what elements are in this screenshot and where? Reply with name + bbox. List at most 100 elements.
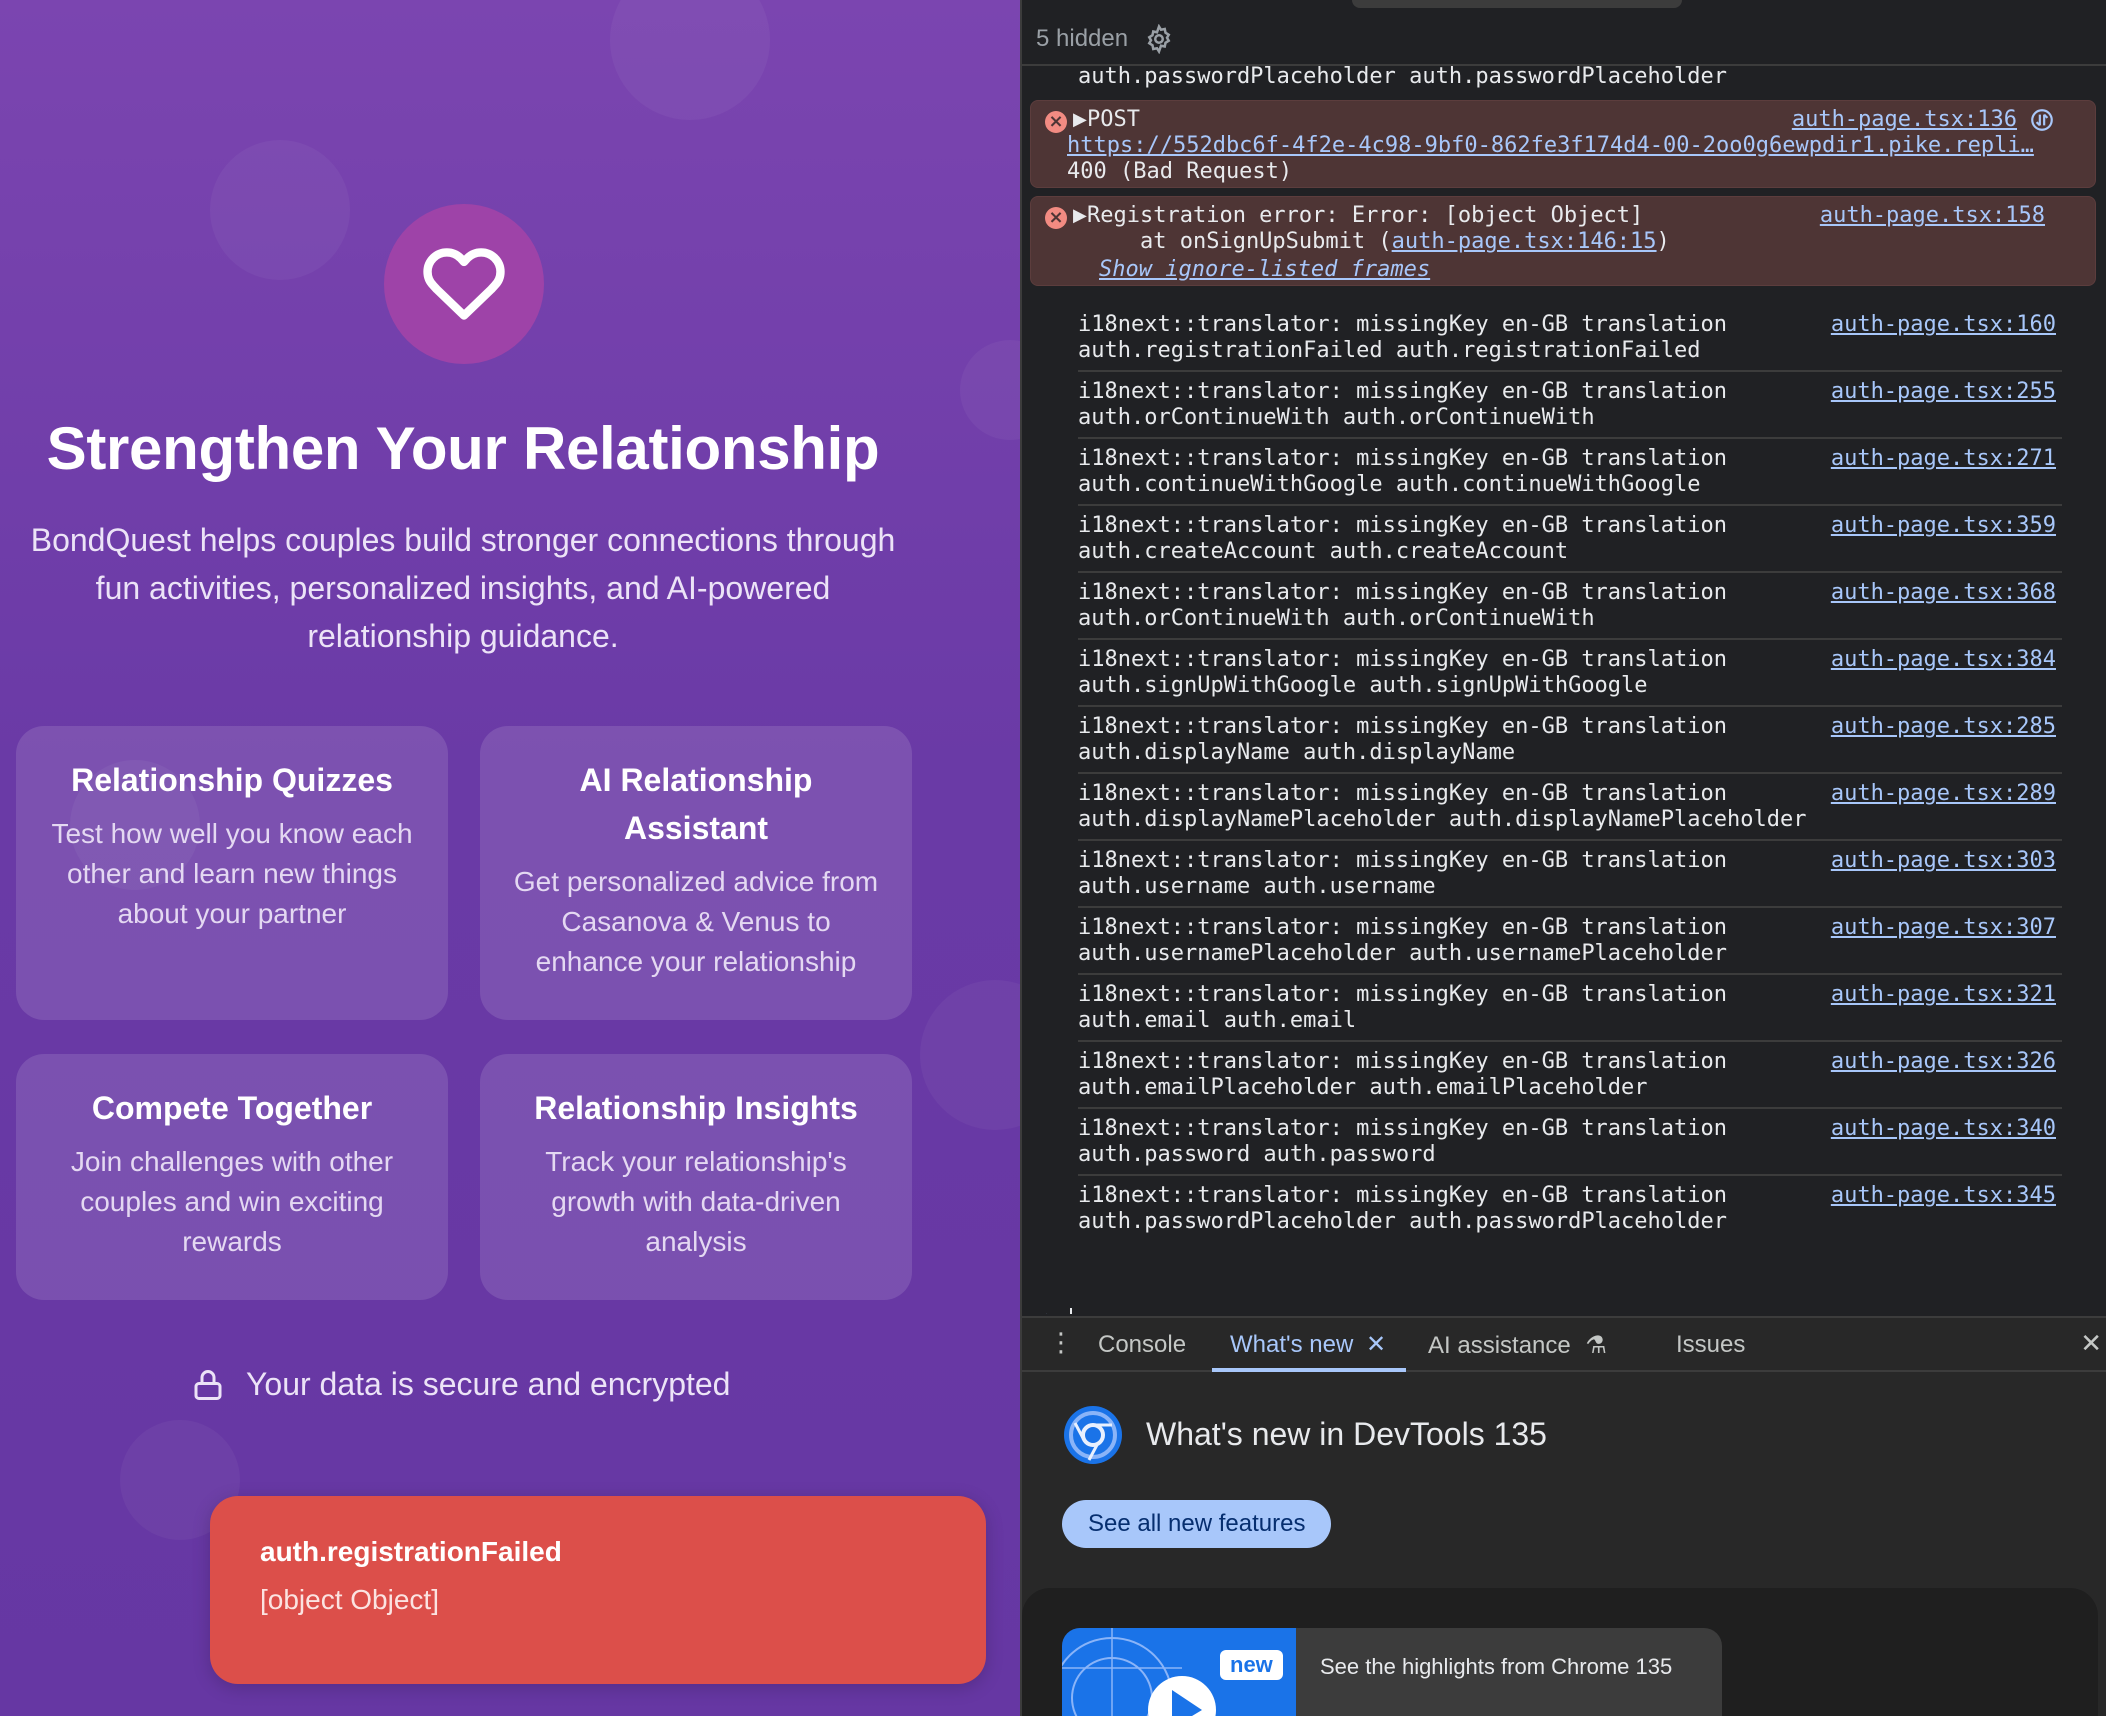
bondquest-auth-page: Strengthen Your Relationship BondQuest h… (0, 0, 1020, 1716)
message-text: i18next::translator: missingKey en-GB tr… (1078, 982, 1728, 1007)
highlights-section: new See the highlights from Chrome 135 (1022, 1588, 2098, 1716)
console-toolbar-edge (1022, 0, 2106, 10)
console-error-post: × ▶ POST auth-page.tsx:136 https://552db… (1030, 100, 2096, 188)
message-source-link[interactable]: auth-page.tsx:271 (1831, 446, 2056, 472)
expand-triangle-icon[interactable]: ▶ (1073, 109, 1087, 130)
background-bubble (210, 140, 350, 280)
console-message: i18next::translator: missingKey en-GB tr… (1078, 373, 2062, 439)
hidden-count: 5 hidden (1036, 25, 1129, 52)
tab-whats-new[interactable]: What's new ✕ (1212, 1318, 1407, 1372)
whats-new-title: What's new in DevTools 135 (1146, 1416, 1547, 1452)
error-source-link[interactable]: auth-page.tsx:158 (1820, 203, 2045, 229)
network-request-icon[interactable] (2029, 107, 2055, 133)
message-source-link[interactable]: auth-page.tsx:368 (1831, 580, 2056, 606)
drawer-tab-bar: ⋮ Console What's new ✕ AI assistance ⚗ I… (1022, 1316, 2106, 1372)
request-url-link[interactable]: https://552dbc6f-4f2e-4c98-9bf0-862fe3f1… (1067, 133, 2034, 159)
show-ignore-listed-frames-link[interactable]: Show ignore-listed frames (1099, 257, 1430, 283)
message-key: auth.orContinueWith auth.orContinueWith (1078, 606, 1595, 631)
feature-card-insights: Relationship Insights Track your relatio… (480, 1054, 912, 1300)
message-key: auth.continueWithGoogle auth.continueWit… (1078, 472, 1701, 497)
highlights-video-card[interactable]: new See the highlights from Chrome 135 (1062, 1628, 1722, 1716)
console-message: i18next::translator: missingKey en-GB tr… (1078, 708, 2062, 774)
error-toast[interactable]: auth.registrationFailed [object Object] (210, 1496, 986, 1684)
message-key: auth.usernamePlaceholder auth.usernamePl… (1078, 941, 1728, 966)
feature-card-text: Get personalized advice from Casanova & … (513, 866, 879, 977)
message-source-link[interactable]: auth-page.tsx:160 (1831, 312, 2056, 338)
message-key: auth.displayName auth.displayName (1078, 740, 1516, 765)
expand-triangle-icon[interactable]: ▶ (1073, 205, 1087, 226)
message-source-link[interactable]: auth-page.tsx:321 (1831, 982, 2056, 1008)
whats-new-panel: What's new in DevTools 135 See all new f… (1022, 1372, 2106, 1716)
toast-message: [object Object] (260, 1584, 439, 1615)
console-message: i18next::translator: missingKey en-GB tr… (1078, 842, 2062, 908)
message-text: i18next::translator: missingKey en-GB tr… (1078, 1049, 1728, 1074)
message-source-link[interactable]: auth-page.tsx:345 (1831, 1183, 2056, 1209)
background-bubble (920, 980, 1020, 1130)
message-text: i18next::translator: missingKey en-GB tr… (1078, 647, 1728, 672)
flask-icon: ⚗ (1585, 1331, 1607, 1359)
console-message: i18next::translator: missingKey en-GB tr… (1078, 909, 2062, 975)
error-icon: × (1045, 111, 1067, 133)
console-message: i18next::translator: missingKey en-GB tr… (1078, 775, 2062, 841)
error-source-link[interactable]: auth-page.tsx:136 (1792, 107, 2017, 133)
heart-icon-badge (384, 204, 544, 364)
message-source-link[interactable]: auth-page.tsx:289 (1831, 781, 2056, 807)
console-message: i18next::translator: missingKey en-GB tr… (1078, 306, 2062, 372)
console-message: i18next::translator: missingKey en-GB tr… (1078, 574, 2062, 640)
message-source-link[interactable]: auth-page.tsx:307 (1831, 915, 2056, 941)
console-input[interactable] (1070, 1308, 1072, 1314)
message-text: i18next::translator: missingKey en-GB tr… (1078, 1116, 1728, 1141)
feature-card-quizzes: Relationship Quizzes Test how well you k… (16, 726, 448, 1020)
close-drawer-icon[interactable]: ✕ (2080, 1330, 2102, 1356)
message-key: auth.username auth.username (1078, 874, 1436, 899)
message-key: auth.displayNamePlaceholder auth.display… (1078, 807, 1807, 832)
tab-ai-assistance[interactable]: AI assistance ⚗ (1428, 1318, 1607, 1372)
hero-description: BondQuest helps couples build stronger c… (30, 522, 896, 654)
feature-card-compete: Compete Together Join challenges with ot… (16, 1054, 448, 1300)
message-source-link[interactable]: auth-page.tsx:303 (1831, 848, 2056, 874)
message-source-link[interactable]: auth-page.tsx:359 (1831, 513, 2056, 539)
tab-issues[interactable]: Issues (1676, 1318, 1745, 1372)
message-key: auth.signUpWithGoogle auth.signUpWithGoo… (1078, 673, 1648, 698)
message-text: i18next::translator: missingKey en-GB tr… (1078, 1183, 1728, 1208)
toast-title: auth.registrationFailed (260, 1536, 562, 1567)
message-source-link[interactable]: auth-page.tsx:384 (1831, 647, 2056, 673)
stack-frame-link[interactable]: auth-page.tsx:146:15 (1392, 229, 1657, 254)
highlights-text: See the highlights from Chrome 135 (1320, 1654, 1673, 1679)
gear-icon[interactable] (1144, 24, 1174, 54)
feature-card-text: Join challenges with other couples and w… (70, 1146, 394, 1257)
lock-icon (194, 1369, 222, 1400)
message-key: auth.emailPlaceholder auth.emailPlacehol… (1078, 1075, 1648, 1100)
message-key: auth.password auth.password (1078, 1142, 1436, 1167)
console-message: i18next::translator: missingKey en-GB tr… (1078, 507, 2062, 573)
hero-title: Strengthen Your Relationship (46, 415, 880, 482)
message-source-link[interactable]: auth-page.tsx:326 (1831, 1049, 2056, 1075)
message-text: i18next::translator: missingKey en-GB tr… (1078, 446, 1728, 471)
message-text: i18next::translator: missingKey en-GB tr… (1078, 580, 1728, 605)
feature-card-title: AI Relationship Assistant (579, 762, 813, 846)
more-options-icon[interactable]: ⋮ (1048, 1330, 1074, 1356)
heart-icon (423, 248, 505, 320)
console-message: i18next::translator: missingKey en-GB tr… (1078, 440, 2062, 506)
security-note: Your data is secure and encrypted (190, 1366, 730, 1403)
console-messages: auth.passwordPlaceholder auth.passwordPl… (1022, 64, 2106, 1314)
tab-ai-assistance-label: AI assistance (1428, 1332, 1571, 1359)
see-all-features-button[interactable]: See all new features (1062, 1500, 1332, 1548)
message-source-link[interactable]: auth-page.tsx:340 (1831, 1116, 2056, 1142)
console-message: i18next::translator: missingKey en-GB tr… (1078, 1177, 2062, 1243)
message-source-link[interactable]: auth-page.tsx:255 (1831, 379, 2056, 405)
stack-frame: at onSignUpSubmit (auth-page.tsx:146:15) (1087, 229, 1670, 255)
message-text: i18next::translator: missingKey en-GB tr… (1078, 848, 1728, 873)
stack-frame-suffix: ) (1656, 229, 1670, 254)
error-label: POST (1087, 107, 1140, 132)
filter-input-edge[interactable] (1352, 0, 1682, 8)
video-thumbnail: new (1062, 1628, 1296, 1716)
tab-console[interactable]: Console (1098, 1318, 1186, 1372)
background-bubble (610, 0, 770, 120)
feature-card-text: Track your relationship's growth with da… (545, 1146, 847, 1257)
close-tab-icon[interactable]: ✕ (1366, 1331, 1386, 1358)
message-source-link[interactable]: auth-page.tsx:285 (1831, 714, 2056, 740)
request-status: 400 (Bad Request) (1067, 159, 1293, 184)
console-message-continuation: auth.passwordPlaceholder auth.passwordPl… (1078, 64, 1728, 89)
chrome-devtools-logo-icon (1064, 1406, 1122, 1464)
